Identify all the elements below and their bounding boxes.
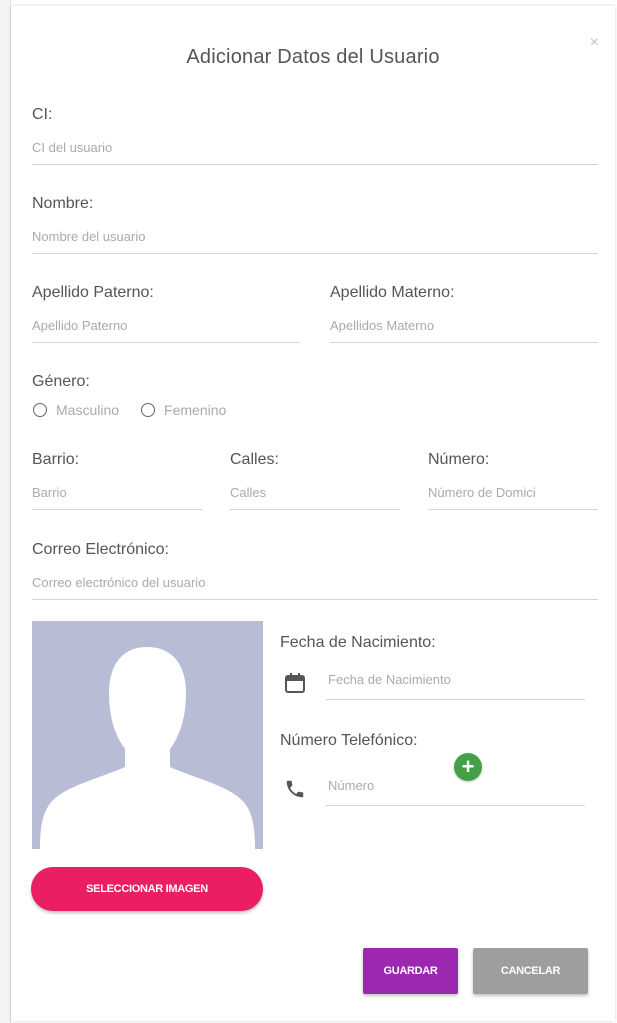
apellido-paterno-label: Apellido Paterno: <box>32 284 154 301</box>
nombre-label: Nombre: <box>32 195 94 212</box>
telefono-field: Número Telefónico: <box>280 732 480 750</box>
close-icon[interactable]: × <box>590 34 599 52</box>
modal-title: Adicionar Datos del Usuario <box>186 46 440 68</box>
apellido-paterno-field: Apellido Paterno: <box>32 284 300 343</box>
calles-field: Calles: <box>230 451 400 510</box>
radio-femenino-label: Femenino <box>164 402 227 418</box>
radio-unchecked-icon[interactable] <box>33 403 47 417</box>
radio-masculino-label: Masculino <box>56 402 120 418</box>
telefono-input[interactable] <box>326 778 585 806</box>
barrio-input[interactable] <box>32 485 202 510</box>
telefono-row <box>284 778 585 806</box>
radio-unchecked-icon[interactable] <box>141 403 156 417</box>
select-image-button[interactable]: SELECCIONAR IMAGEN <box>31 867 263 911</box>
telefono-label: Número Telefónico: <box>280 732 418 749</box>
correo-label: Correo Electrónico: <box>32 541 169 558</box>
numero-label: Número: <box>428 451 490 468</box>
apellido-materno-input[interactable] <box>330 318 598 343</box>
add-phone-button[interactable]: + <box>454 753 482 781</box>
save-button[interactable]: GUARDAR <box>363 948 458 994</box>
fecha-row <box>284 672 585 700</box>
numero-field: Número: <box>428 451 598 510</box>
apellido-materno-label: Apellido Materno: <box>330 284 455 301</box>
calendar-icon <box>284 672 306 694</box>
apellido-materno-field: Apellido Materno: <box>330 284 598 343</box>
nombre-input[interactable] <box>32 229 598 254</box>
fecha-field: Fecha de Nacimiento: <box>280 634 580 652</box>
genero-field: Género: <box>32 373 332 391</box>
barrio-label: Barrio: <box>32 451 80 468</box>
numero-input[interactable] <box>428 485 598 510</box>
background-page-edge <box>0 0 11 1023</box>
ci-input[interactable] <box>32 140 598 165</box>
correo-input[interactable] <box>32 575 598 600</box>
avatar-silhouette-icon <box>40 647 255 849</box>
fecha-label: Fecha de Nacimiento: <box>280 634 436 651</box>
genero-radio-group: Masculino Femenino <box>33 402 248 418</box>
apellido-paterno-input[interactable] <box>32 318 300 343</box>
correo-field: Correo Electrónico: <box>32 541 598 600</box>
calles-input[interactable] <box>230 485 400 510</box>
radio-femenino[interactable]: Femenino <box>141 402 226 418</box>
phone-icon <box>284 778 306 800</box>
ci-field: CI: <box>32 106 598 165</box>
nombre-field: Nombre: <box>32 195 598 254</box>
calles-label: Calles: <box>230 451 279 468</box>
cancel-button[interactable]: CANCELAR <box>473 948 588 994</box>
radio-masculino[interactable]: Masculino <box>33 402 119 418</box>
avatar-photo <box>32 621 263 849</box>
ci-label: CI: <box>32 106 53 123</box>
barrio-field: Barrio: <box>32 451 202 510</box>
fecha-input[interactable] <box>326 672 585 700</box>
genero-label: Género: <box>32 373 90 390</box>
